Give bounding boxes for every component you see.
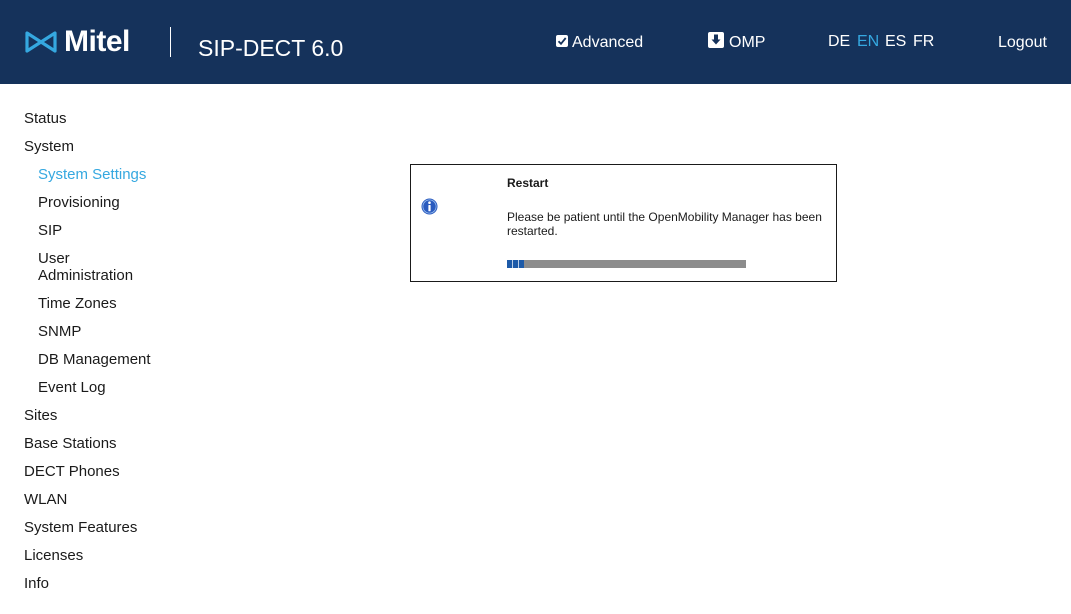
lang-fr[interactable]: FR (913, 33, 934, 51)
top-header: Mitel SIP-DECT 6.0 Advanced OMP DE EN ES… (0, 0, 1071, 84)
advanced-label: Advanced (572, 34, 644, 51)
nav-system-features[interactable]: System Features (24, 519, 137, 536)
nav-provisioning[interactable]: Provisioning (38, 194, 120, 211)
nav-dect-phones[interactable]: DECT Phones (24, 463, 120, 480)
nav-licenses[interactable]: Licenses (24, 547, 83, 564)
logout-link[interactable]: Logout (998, 33, 1047, 53)
mitel-logo-icon (25, 31, 57, 53)
nav-db-management[interactable]: DB Management (38, 351, 151, 368)
omp-label: OMP (729, 34, 766, 51)
nav-sip[interactable]: SIP (38, 222, 62, 239)
logo-text: Mitel (64, 25, 130, 58)
nav-info[interactable]: Info (24, 575, 49, 592)
lang-de[interactable]: DE (828, 33, 850, 51)
dialog-title: Restart (507, 176, 549, 190)
download-icon (708, 32, 724, 48)
progress-fill (507, 260, 524, 268)
dialog-message: Please be patient until the OpenMobility… (507, 210, 822, 238)
nav-time-zones[interactable]: Time Zones (38, 295, 117, 312)
nav-snmp[interactable]: SNMP (38, 323, 81, 340)
mitel-logo: Mitel (24, 26, 130, 58)
nav-user-administration[interactable]: User Administration (38, 250, 148, 284)
nav-status[interactable]: Status (24, 110, 67, 127)
product-title: SIP-DECT 6.0 (198, 35, 344, 61)
restart-dialog: Restart Please be patient until the Open… (410, 164, 837, 282)
omp-download-link[interactable]: OMP (708, 32, 766, 53)
checkbox-checked-icon[interactable] (556, 35, 568, 47)
lang-es[interactable]: ES (885, 33, 906, 51)
nav-system[interactable]: System (24, 138, 74, 155)
nav-base-stations[interactable]: Base Stations (24, 435, 117, 452)
nav-system-settings[interactable]: System Settings (38, 166, 146, 183)
nav-sites[interactable]: Sites (24, 407, 57, 424)
nav-event-log[interactable]: Event Log (38, 379, 106, 396)
info-icon (421, 198, 438, 215)
nav-wlan[interactable]: WLAN (24, 491, 67, 508)
restart-progress-bar (507, 260, 746, 268)
advanced-toggle[interactable]: Advanced (556, 33, 643, 53)
lang-en[interactable]: EN (857, 33, 879, 51)
header-divider (170, 27, 171, 57)
